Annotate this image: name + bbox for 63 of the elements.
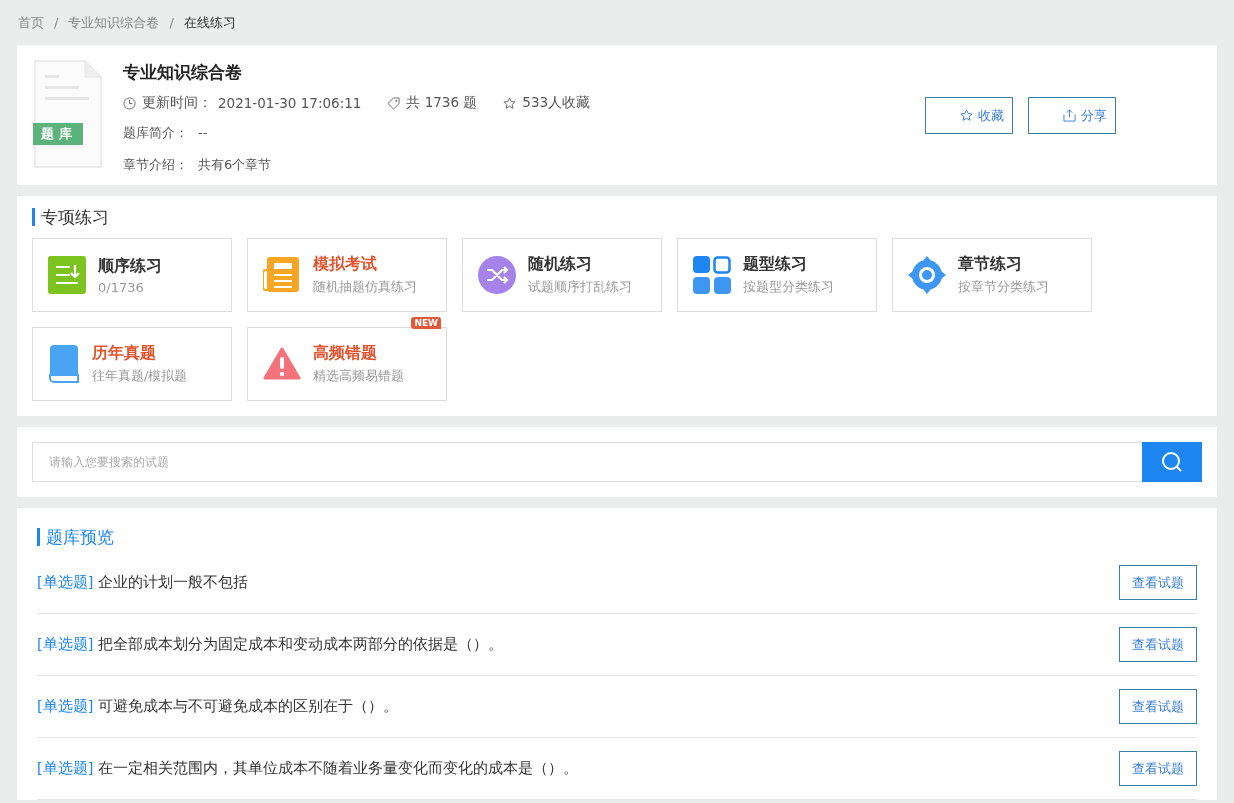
practice-subtitle: 往年真题/模拟题 <box>92 367 188 385</box>
breadcrumb-separator: / <box>169 15 174 30</box>
practice-subtitle: 随机抽题仿真练习 <box>313 278 417 296</box>
practice-card[interactable]: 题型练习 按题型分类练习 <box>677 238 877 312</box>
chapters-label: 章节介绍： <box>123 157 188 172</box>
practice-card[interactable]: 模拟考试 随机抽题仿真练习 <box>247 238 447 312</box>
practice-title: 高频错题 <box>313 343 378 364</box>
practice-card[interactable]: 顺序练习 0/1736 <box>32 238 232 312</box>
sorted-list-icon <box>48 256 86 294</box>
practice-subtitle: 0/1736 <box>98 279 145 295</box>
share-button[interactable]: 分享 <box>1028 97 1116 134</box>
search-button[interactable] <box>1142 442 1202 482</box>
update-label: 更新时间： <box>142 94 212 112</box>
view-question-button[interactable]: 查看试题 <box>1119 689 1197 724</box>
intro-text: -- <box>198 125 208 140</box>
warning-icon <box>263 347 301 381</box>
star-icon <box>960 109 973 122</box>
intro-label: 题库简介： <box>123 125 188 140</box>
practice-title: 模拟考试 <box>313 254 378 275</box>
question-text: [单选题] 把全部成本划分为固定成本和变动成本两部分的依据是（）。 <box>37 635 503 654</box>
practice-card[interactable]: 随机练习 试题顺序打乱练习 <box>462 238 662 312</box>
practice-subtitle: 按章节分类练习 <box>958 278 1049 296</box>
section-title: 题库预览 <box>37 528 1197 546</box>
practice-title: 章节练习 <box>958 254 1023 275</box>
practice-subtitle: 试题顺序打乱练习 <box>528 278 632 296</box>
question-text: [单选题] 在一定相关范围内，其单位成本不随着业务量变化而变化的成本是（）。 <box>37 759 578 778</box>
practice-title: 题型练习 <box>743 254 808 275</box>
favorite-count: 533人收藏 <box>522 94 591 112</box>
search-icon <box>1161 451 1183 473</box>
practice-title: 顺序练习 <box>98 255 162 277</box>
chapters-text: 共有6个章节 <box>198 157 272 172</box>
question-text: [单选题] 可避免成本与不可避免成本的区别在于（）。 <box>37 697 398 716</box>
question-text: [单选题] 企业的计划一般不包括 <box>37 573 248 592</box>
favorite-button[interactable]: 收藏 <box>925 97 1013 134</box>
practice-title: 历年真题 <box>92 343 157 364</box>
practice-card[interactable]: 章节练习 按章节分类练习 <box>892 238 1092 312</box>
view-question-button[interactable]: 查看试题 <box>1119 627 1197 662</box>
tag-icon <box>387 96 401 110</box>
share-icon <box>1063 109 1076 122</box>
practice-subtitle: 精选高频易错题 <box>313 367 404 385</box>
clock-icon <box>123 96 136 110</box>
bank-label: 题 库 <box>33 123 83 145</box>
view-question-button[interactable]: 查看试题 <box>1119 751 1197 786</box>
search-field[interactable]: 请输入您要搜索的试题 <box>32 442 1142 482</box>
breadcrumb-link[interactable]: 首页 <box>18 13 44 32</box>
target-icon <box>908 256 946 294</box>
practice-card[interactable]: 历年真题 往年真题/模拟题 <box>32 327 232 401</box>
practice-card[interactable]: 高频错题 精选高频易错题 <box>247 327 447 401</box>
shuffle-icon <box>478 256 516 294</box>
section-title: 专项练习 <box>32 208 1202 226</box>
new-badge: NEW <box>411 317 441 329</box>
practice-title: 随机练习 <box>528 254 593 275</box>
exam-paper-icon <box>263 256 301 294</box>
grid-icon <box>693 256 731 294</box>
bank-title: 专业知识综合卷 <box>123 61 243 84</box>
question-count: 共 1736 题 <box>406 94 478 112</box>
breadcrumb-separator: / <box>54 15 59 30</box>
update-time: 2021-01-30 17:06:11 <box>218 95 362 111</box>
practice-subtitle: 按题型分类练习 <box>743 278 834 296</box>
view-question-button[interactable]: 查看试题 <box>1119 565 1197 600</box>
breadcrumb-link[interactable]: 专业知识综合卷 <box>68 13 160 32</box>
book-icon <box>48 345 80 383</box>
star-icon <box>503 96 517 110</box>
